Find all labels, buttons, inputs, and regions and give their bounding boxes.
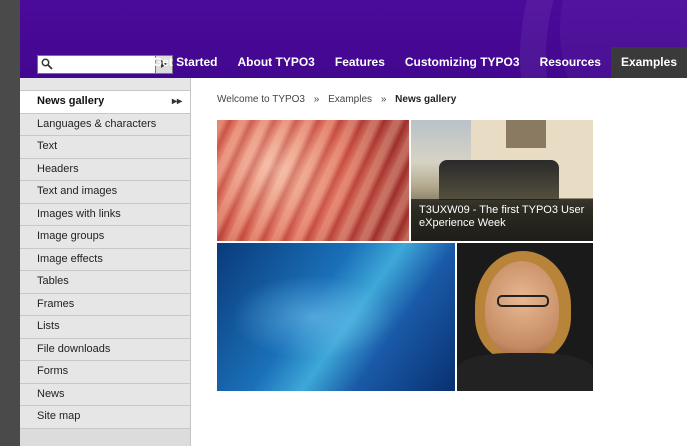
sidebar-item-image-effects[interactable]: Image effects [20, 248, 190, 271]
breadcrumb: Welcome to TYPO3 » Examples » News galle… [217, 94, 456, 105]
sidebar-item-label: Frames [37, 297, 75, 310]
sidebar-item-headers[interactable]: Headers [20, 158, 190, 181]
sidebar-item-label: Text and images [37, 185, 118, 197]
search-icon [41, 58, 53, 70]
portrait-face [485, 261, 559, 357]
breadcrumb-separator: » [313, 94, 320, 105]
gallery-image-canyon[interactable] [217, 120, 409, 241]
sidebar: News gallery ▸▸ Languages & characters T… [20, 78, 191, 446]
gallery-image-reef[interactable] [217, 243, 455, 391]
sidebar-item-label: Images with links [37, 207, 121, 220]
sidebar-item-label: Forms [37, 365, 69, 377]
sidebar-item-label: Image effects [37, 252, 103, 265]
search-input[interactable] [56, 56, 154, 73]
sidebar-top-spacer [20, 78, 190, 91]
sidebar-item-label: Text [37, 140, 58, 152]
nav-examples[interactable]: Examples [610, 47, 687, 78]
sidebar-item-images-with-links[interactable]: Images with links [20, 203, 190, 226]
news-gallery: T3UXW09 - The first TYPO3 User eXperienc… [217, 120, 593, 391]
sidebar-item-news[interactable]: News [20, 383, 190, 406]
breadcrumb-link-examples[interactable]: Examples [328, 94, 372, 105]
photo-people [439, 160, 559, 200]
sidebar-item-label: News gallery [37, 95, 105, 107]
double-chevron-right-icon: ▸▸ [171, 96, 182, 107]
portrait-body [457, 353, 593, 391]
sidebar-item-text-and-images[interactable]: Text and images [20, 181, 190, 204]
nav-get-started[interactable]: Get Started [143, 47, 228, 78]
sidebar-item-label: News [37, 387, 65, 400]
gallery-image-portrait[interactable] [457, 243, 593, 391]
sidebar-item-label: File downloads [37, 342, 111, 355]
sidebar-item-tables[interactable]: Tables [20, 271, 190, 294]
nav-customizing-typo3[interactable]: Customizing TYPO3 [395, 47, 530, 78]
sidebar-item-languages[interactable]: Languages & characters [20, 113, 190, 136]
gallery-caption: T3UXW09 - The first TYPO3 User eXperienc… [411, 199, 593, 241]
sidebar-item-label: Lists [37, 320, 60, 332]
sidebar-item-label: Headers [37, 162, 79, 175]
breadcrumb-current: News gallery [395, 94, 457, 105]
sidebar-item-label: Tables [37, 275, 69, 287]
nav-features[interactable]: Features [325, 47, 395, 78]
sidebar-item-label: Languages & characters [37, 117, 157, 130]
sidebar-item-news-gallery[interactable]: News gallery ▸▸ [20, 91, 190, 114]
nav-resources[interactable]: Resources [530, 47, 611, 78]
sidebar-item-image-groups[interactable]: Image groups [20, 226, 190, 249]
breadcrumb-separator: » [380, 94, 387, 105]
photo-roof [506, 120, 546, 148]
main-navigation: Get Started About TYPO3 Features Customi… [143, 47, 687, 78]
sidebar-item-forms[interactable]: Forms [20, 361, 190, 384]
nav-about-typo3[interactable]: About TYPO3 [228, 47, 325, 78]
breadcrumb-link-home[interactable]: Welcome to TYPO3 [217, 94, 305, 105]
sidebar-item-label: Image groups [37, 230, 105, 242]
left-edge-bar [0, 0, 20, 446]
site-header: Get Started About TYPO3 Features Customi… [20, 0, 687, 78]
sidebar-item-lists[interactable]: Lists [20, 316, 190, 339]
sidebar-item-frames[interactable]: Frames [20, 293, 190, 316]
gallery-image-group-photo[interactable]: T3UXW09 - The first TYPO3 User eXperienc… [411, 120, 593, 241]
sidebar-item-site-map[interactable]: Site map [20, 406, 190, 429]
sidebar-item-file-downloads[interactable]: File downloads [20, 338, 190, 361]
sidebar-item-text[interactable]: Text [20, 136, 190, 159]
sidebar-item-label: Site map [37, 410, 81, 422]
portrait-glasses [497, 295, 549, 307]
